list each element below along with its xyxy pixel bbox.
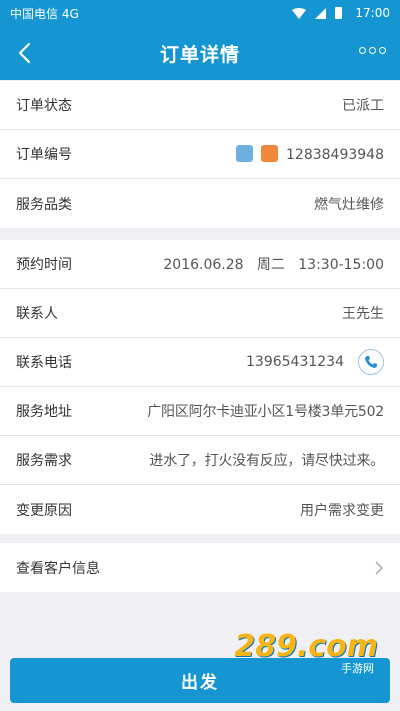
- blue-tag-icon: [236, 145, 254, 162]
- change-reason-row: 变更原因 用户需求变更: [0, 485, 400, 534]
- demand-value: 进水了，打火没有反应，请尽快过来。: [149, 453, 384, 469]
- dot-icon: [369, 47, 376, 54]
- customer-info-group: 查看客户信息: [0, 543, 400, 592]
- contact-label: 联系人: [16, 306, 58, 322]
- demand-row: 服务需求 进水了，打火没有反应，请尽快过来。: [0, 436, 400, 485]
- nav-bar: 订单详情: [0, 26, 400, 80]
- status-bar: 中国电信 4G 17:00: [0, 0, 400, 26]
- clock: 17:00: [355, 6, 390, 20]
- phone-icon: [365, 356, 377, 368]
- order-info-group: 订单状态 已派工 订单编号 12838493948 服务品类 燃气灶维修: [0, 81, 400, 228]
- order-number-value: 12838493948: [286, 147, 384, 163]
- watermark-text: 手游网: [341, 662, 374, 675]
- orange-tag-icon: [261, 145, 279, 162]
- carrier-label: 中国电信 4G: [10, 6, 79, 21]
- service-category-label: 服务品类: [16, 196, 72, 213]
- watermark: 289.com 手游网: [234, 632, 378, 676]
- status-icons: 17:00: [292, 6, 390, 20]
- view-customer-info-label: 查看客户信息: [16, 560, 100, 577]
- order-status-row: 订单状态 已派工: [0, 81, 400, 130]
- phone-call-button[interactable]: [358, 349, 384, 375]
- address-row: 服务地址 广阳区阿尔卡迪亚小区1号楼3单元502: [0, 387, 400, 436]
- demand-label: 服务需求: [16, 453, 72, 469]
- watermark-logo: 289.com: [234, 629, 378, 664]
- more-dots-icon[interactable]: [359, 47, 386, 54]
- change-reason-label: 变更原因: [16, 502, 72, 519]
- change-reason-value: 用户需求变更: [300, 502, 384, 519]
- order-status-value: 已派工: [342, 98, 384, 114]
- contact-row: 联系人 王先生: [0, 289, 400, 338]
- chevron-right-icon: [375, 560, 384, 575]
- service-category-row: 服务品类 燃气灶维修: [0, 179, 400, 228]
- appointment-value: 2016.06.28 周二 13:30-15:00: [163, 257, 384, 273]
- back-arrow-icon[interactable]: [14, 41, 38, 65]
- order-number-label: 订单编号: [16, 147, 72, 163]
- page-title: 订单详情: [159, 43, 240, 66]
- phone-row: 联系电话 13965431234: [0, 338, 400, 387]
- appointment-row: 预约时间 2016.06.28 周二 13:30-15:00: [0, 240, 400, 289]
- dot-icon: [379, 47, 386, 54]
- dot-icon: [359, 47, 366, 54]
- signal-icon: [315, 7, 327, 19]
- order-number-value-wrap: 12838493948: [106, 145, 384, 163]
- appointment-label: 预约时间: [16, 257, 72, 273]
- order-status-label: 订单状态: [16, 98, 72, 114]
- service-category-value: 燃气灶维修: [314, 196, 384, 213]
- phone-value: 13965431234: [246, 354, 344, 370]
- wifi-icon: [292, 7, 307, 19]
- address-label: 服务地址: [16, 404, 72, 420]
- phone-label: 联系电话: [16, 355, 72, 371]
- order-number-row: 订单编号 12838493948: [0, 130, 400, 179]
- service-details-group: 预约时间 2016.06.28 周二 13:30-15:00 联系人 王先生 联…: [0, 240, 400, 534]
- battery-icon: [335, 7, 343, 19]
- contact-value: 王先生: [342, 306, 384, 322]
- address-value: 广阳区阿尔卡迪亚小区1号楼3单元502: [147, 404, 384, 420]
- view-customer-info-row[interactable]: 查看客户信息: [0, 543, 400, 592]
